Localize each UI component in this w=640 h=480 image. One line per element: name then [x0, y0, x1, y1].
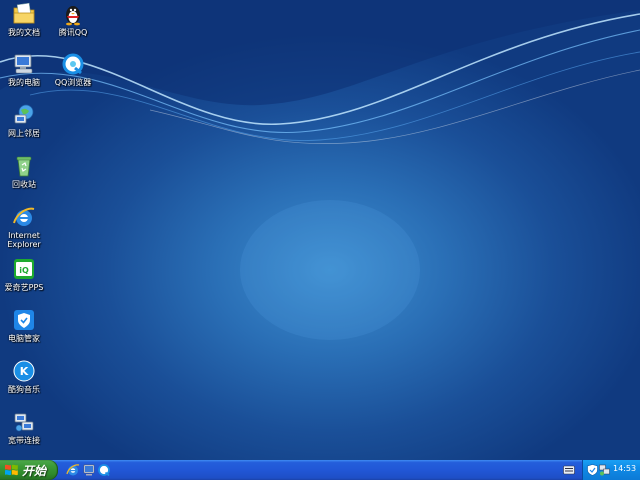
- qq-browser-icon: [62, 53, 84, 75]
- pc-manager-shield-icon: [14, 310, 34, 330]
- start-label: 开始: [22, 464, 47, 478]
- desktop-icon-iqiyi[interactable]: iQ 爱奇艺PPS: [0, 257, 52, 303]
- broadband-connection-icon: [14, 413, 34, 432]
- show-desktop-icon[interactable]: [82, 463, 96, 477]
- desktop[interactable]: 我的文档 我的电脑 网上邻居 回收站 Internet Explorer iQ …: [0, 0, 640, 480]
- keyboard-icon[interactable]: [563, 464, 575, 476]
- recycle-bin-icon: [16, 156, 32, 177]
- qq-browser-icon[interactable]: [97, 463, 111, 477]
- desktop-icon-pc-manager[interactable]: 电脑管家: [0, 308, 52, 354]
- desktop-icon-label: 宽带连接: [8, 436, 40, 445]
- desktop-icon-internet-explorer[interactable]: Internet Explorer: [0, 205, 52, 255]
- internet-explorer-icon: [13, 207, 35, 226]
- desktop-icon-label: 网上邻居: [8, 129, 40, 138]
- desktop-icon-qq-browser[interactable]: QQ浏览器: [45, 52, 101, 98]
- svg-text:iQ: iQ: [19, 266, 29, 275]
- desktop-icon-label: 电脑管家: [8, 334, 40, 343]
- desktop-icon-label: 回收站: [12, 180, 36, 189]
- qq-penguin-icon: [66, 6, 80, 26]
- desktop-icon-network-places[interactable]: 网上邻居: [0, 103, 52, 149]
- desktop-icon-label: QQ浏览器: [54, 78, 92, 87]
- desktop-icon-label: Internet Explorer: [7, 231, 41, 249]
- desktop-icon-recycle-bin[interactable]: 回收站: [0, 154, 52, 200]
- desktop-icon-label: 酷狗音乐: [8, 385, 40, 394]
- start-button[interactable]: 开始: [0, 460, 58, 480]
- internet-explorer-icon[interactable]: [66, 463, 80, 477]
- desktop-icon-qq[interactable]: 腾讯QQ: [45, 2, 101, 48]
- my-documents-icon: [13, 2, 35, 24]
- iqiyi-icon: iQ: [14, 259, 34, 279]
- desktop-icon-broadband[interactable]: 宽带连接: [0, 410, 52, 456]
- network-status-icon[interactable]: [599, 464, 610, 476]
- windows-flag-icon: [5, 464, 18, 476]
- clock[interactable]: 14:53: [613, 464, 636, 473]
- desktop-icon-label: 爱奇艺PPS: [4, 283, 44, 292]
- desktop-icon-label: 腾讯QQ: [58, 28, 88, 37]
- desktop-icon-kugou[interactable]: K 酷狗音乐: [0, 359, 52, 405]
- taskbar: 开始 14:53: [0, 460, 640, 480]
- my-computer-icon: [14, 54, 33, 74]
- network-places-icon: [14, 104, 34, 124]
- security-shield-icon[interactable]: [587, 464, 598, 476]
- svg-text:K: K: [20, 365, 29, 378]
- kugou-music-icon: K: [13, 360, 35, 382]
- system-tray: 14:53: [582, 460, 640, 480]
